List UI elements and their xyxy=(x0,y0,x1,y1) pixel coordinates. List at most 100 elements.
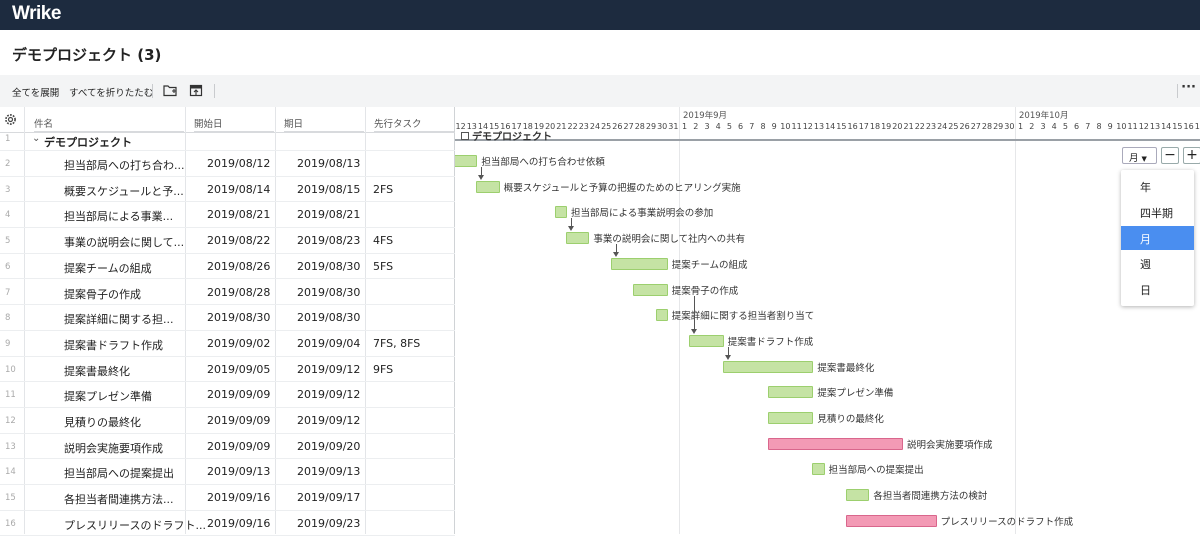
task-end-date[interactable]: 2019/08/13 xyxy=(297,157,360,170)
task-row[interactable]: 9 提案書ドラフト作成 2019/09/02 2019/09/04 7FS, 8FS xyxy=(0,331,455,357)
task-name[interactable]: 担当部局への打ち合わ... xyxy=(64,157,185,173)
task-start-date[interactable]: 2019/09/02 xyxy=(207,337,270,350)
task-row[interactable]: 16 プレスリリースのドラフト... 2019/09/16 2019/09/23 xyxy=(0,511,455,536)
gantt-bar[interactable] xyxy=(767,412,814,424)
task-name[interactable]: プレスリリースのドラフト... xyxy=(64,517,206,533)
task-start-date[interactable]: 2019/08/22 xyxy=(207,234,270,247)
task-end-date[interactable]: 2019/09/20 xyxy=(297,440,360,453)
app-logo[interactable]: Wrike xyxy=(12,3,61,25)
task-end-date[interactable]: 2019/09/04 xyxy=(297,337,360,350)
task-name[interactable]: 担当部局への提案提出 xyxy=(64,465,174,481)
chevron-down-icon[interactable]: ⌄ xyxy=(32,133,40,144)
task-row[interactable]: 10 提案書最終化 2019/09/05 2019/09/12 9FS xyxy=(0,357,455,383)
task-end-date[interactable]: 2019/08/21 xyxy=(297,208,360,221)
task-row[interactable]: 12 見積りの最終化 2019/09/09 2019/09/12 xyxy=(0,408,455,434)
task-predecessor[interactable]: 5FS xyxy=(373,260,393,273)
collapse-box-icon[interactable] xyxy=(461,132,469,140)
task-row[interactable]: 4 担当部局による事業... 2019/08/21 2019/08/21 xyxy=(0,202,455,229)
task-row[interactable]: 13 説明会実施要項作成 2019/09/09 2019/09/20 xyxy=(0,434,455,460)
task-end-date[interactable]: 2019/08/23 xyxy=(297,234,360,247)
task-start-date[interactable]: 2019/09/16 xyxy=(207,491,270,504)
task-end-date[interactable]: 2019/09/12 xyxy=(297,414,360,427)
task-row[interactable]: 5 事業の説明会に関して... 2019/08/22 2019/08/23 4FS xyxy=(0,228,455,254)
zoom-out-button[interactable]: − xyxy=(1161,147,1179,164)
task-row[interactable]: 3 概要スケジュールと予... 2019/08/14 2019/08/15 2FS xyxy=(0,177,455,203)
task-start-date[interactable]: 2019/09/09 xyxy=(207,440,270,453)
column-header-predecessor[interactable]: 先行タスク xyxy=(374,107,454,132)
task-name[interactable]: 各担当者間連携方法... xyxy=(64,491,174,507)
task-end-date[interactable]: 2019/09/13 xyxy=(297,465,360,478)
expand-all-button[interactable]: 全てを展開 xyxy=(12,85,59,99)
gantt-bar[interactable] xyxy=(610,257,668,270)
task-name[interactable]: 見積りの最終化 xyxy=(64,414,141,430)
task-start-date[interactable]: 2019/08/26 xyxy=(207,260,270,273)
task-row[interactable]: 11 提案プレゼン準備 2019/09/09 2019/09/12 xyxy=(0,382,455,408)
task-name[interactable]: 概要スケジュールと予... xyxy=(64,183,184,199)
gantt-bar[interactable] xyxy=(767,386,814,399)
gantt-bar[interactable] xyxy=(655,309,668,322)
task-predecessor[interactable]: 4FS xyxy=(373,234,393,247)
gantt-bar[interactable] xyxy=(455,155,478,167)
task-row[interactable]: 15 各担当者間連携方法... 2019/09/16 2019/09/17 xyxy=(0,485,455,511)
gantt-bar[interactable] xyxy=(566,232,590,245)
task-start-date[interactable]: 2019/08/30 xyxy=(207,311,270,324)
gantt-bar[interactable] xyxy=(812,463,825,476)
task-name[interactable]: 事業の説明会に関して... xyxy=(64,234,184,250)
gantt-bar[interactable] xyxy=(689,334,724,347)
folder-icon[interactable] xyxy=(163,84,177,97)
task-end-date[interactable]: 2019/09/12 xyxy=(297,363,360,376)
task-end-date[interactable]: 2019/09/23 xyxy=(297,517,360,530)
zoom-scale-select[interactable]: 月 ▼ xyxy=(1122,147,1157,164)
task-start-date[interactable]: 2019/08/21 xyxy=(207,208,270,221)
zoom-option[interactable]: 日 xyxy=(1121,277,1194,301)
gantt-bar[interactable] xyxy=(767,437,903,450)
zoom-option[interactable]: 月 xyxy=(1121,225,1194,250)
gantt-bar[interactable] xyxy=(722,360,814,373)
task-row[interactable]: 2 担当部局への打ち合わ... 2019/08/12 2019/08/13 xyxy=(0,151,455,177)
group-row[interactable]: 1 ⌄ デモプロジェクト xyxy=(0,133,455,151)
task-row[interactable]: 6 提案チームの組成 2019/08/26 2019/08/30 5FS xyxy=(0,254,455,280)
task-name[interactable]: 担当部局による事業... xyxy=(64,208,173,224)
task-predecessor[interactable]: 9FS xyxy=(373,363,393,376)
task-end-date[interactable]: 2019/08/30 xyxy=(297,286,360,299)
task-end-date[interactable]: 2019/08/30 xyxy=(297,260,360,273)
task-end-date[interactable]: 2019/09/12 xyxy=(297,388,360,401)
gantt-bar[interactable] xyxy=(554,206,567,219)
task-row[interactable]: 14 担当部局への提案提出 2019/09/13 2019/09/13 xyxy=(0,459,455,486)
column-header-start[interactable]: 開始日 xyxy=(194,107,274,132)
task-start-date[interactable]: 2019/09/09 xyxy=(207,414,270,427)
zoom-in-button[interactable]: + xyxy=(1183,147,1200,164)
task-name[interactable]: 提案チームの組成 xyxy=(64,260,152,276)
task-name[interactable]: 説明会実施要項作成 xyxy=(64,440,163,456)
task-start-date[interactable]: 2019/08/14 xyxy=(207,183,270,196)
gantt-bar[interactable] xyxy=(846,514,937,527)
task-name[interactable]: 提案プレゼン準備 xyxy=(64,388,152,404)
task-start-date[interactable]: 2019/09/13 xyxy=(207,465,270,478)
task-predecessor[interactable]: 7FS, 8FS xyxy=(373,337,420,350)
task-start-date[interactable]: 2019/09/09 xyxy=(207,388,270,401)
task-name[interactable]: 提案書ドラフト作成 xyxy=(64,337,163,353)
column-header-name[interactable]: 件名 xyxy=(34,107,184,132)
zoom-option[interactable]: 四半期 xyxy=(1121,200,1194,224)
gantt-bar[interactable] xyxy=(633,283,668,296)
task-end-date[interactable]: 2019/08/30 xyxy=(297,311,360,324)
task-name[interactable]: 提案書最終化 xyxy=(64,363,130,379)
task-start-date[interactable]: 2019/08/28 xyxy=(207,286,270,299)
collapse-all-button[interactable]: すべてを折りたたむ xyxy=(69,85,153,99)
settings-gear-icon[interactable] xyxy=(4,113,17,126)
gantt-bar[interactable] xyxy=(846,489,870,502)
task-name[interactable]: 提案詳細に関する担... xyxy=(64,311,174,327)
gantt-bar[interactable] xyxy=(476,180,500,193)
zoom-option[interactable]: 年 xyxy=(1121,174,1194,198)
task-row[interactable]: 7 提案骨子の作成 2019/08/28 2019/08/30 xyxy=(0,280,455,306)
zoom-option[interactable]: 週 xyxy=(1121,251,1194,275)
task-start-date[interactable]: 2019/09/16 xyxy=(207,517,270,530)
task-start-date[interactable]: 2019/08/12 xyxy=(207,157,270,170)
task-row[interactable]: 8 提案詳細に関する担... 2019/08/30 2019/08/30 xyxy=(0,305,455,331)
export-icon[interactable] xyxy=(189,84,203,97)
column-header-end[interactable]: 期日 xyxy=(284,107,364,132)
more-menu-button[interactable]: ··· xyxy=(1181,80,1196,95)
task-predecessor[interactable]: 2FS xyxy=(373,183,393,196)
task-end-date[interactable]: 2019/08/15 xyxy=(297,183,360,196)
task-name[interactable]: 提案骨子の作成 xyxy=(64,286,141,302)
